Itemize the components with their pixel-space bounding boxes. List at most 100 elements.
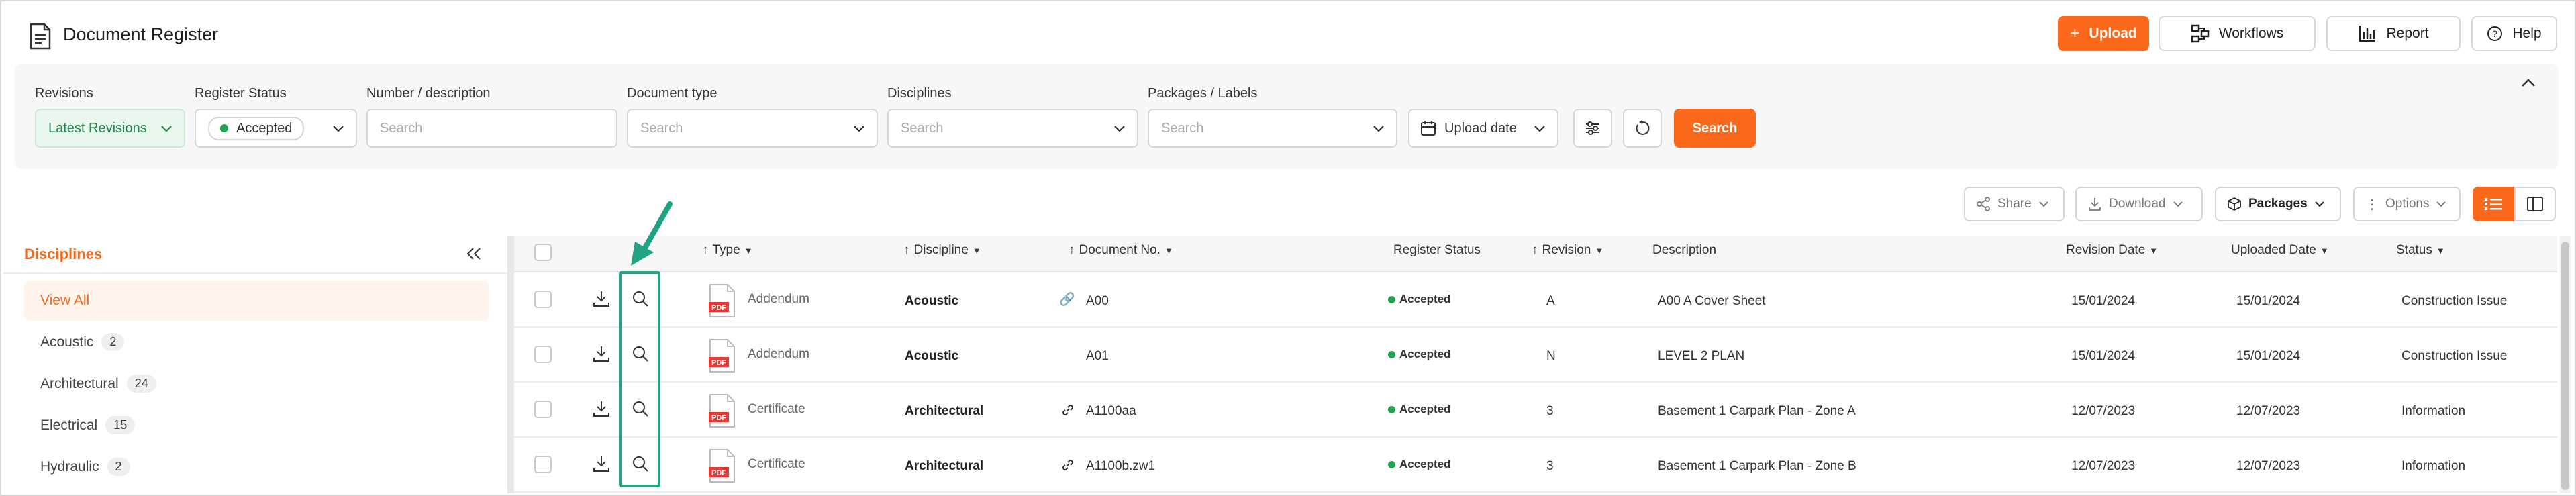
download-icon[interactable] xyxy=(592,454,611,473)
caret-down-icon: ▼ xyxy=(744,245,753,256)
document-no-cell[interactable]: A00 xyxy=(1086,294,1109,309)
document-no-cell[interactable]: A01 xyxy=(1086,349,1109,364)
sidebar-item-electrical[interactable]: Electrical 15 xyxy=(40,416,136,434)
register-status-text: Accepted xyxy=(1399,403,1451,415)
document-no-cell[interactable]: A1100b.zw1 xyxy=(1086,459,1155,474)
link-icon[interactable] xyxy=(1059,401,1077,419)
workflows-button[interactable]: Workflows xyxy=(2159,16,2316,51)
column-header-uploaded-date[interactable]: Uploaded Date ▼ xyxy=(2231,243,2329,258)
discipline-cell: Architectural xyxy=(905,404,984,418)
sidebar-item-architectural[interactable]: Architectural 24 xyxy=(40,375,156,393)
register-status-text: Accepted xyxy=(1399,348,1451,360)
chevron-down-icon xyxy=(2173,201,2183,207)
pdf-file-icon: PDF xyxy=(709,394,735,428)
count-badge: 2 xyxy=(101,333,125,351)
panel-resizer[interactable] xyxy=(507,236,514,493)
caret-down-icon: ▼ xyxy=(2320,245,2329,256)
discipline-cell: Acoustic xyxy=(905,294,959,308)
status-badge: Accepted xyxy=(1388,458,1451,471)
count-badge: 2 xyxy=(107,458,130,476)
uploaded-date-cell: 15/01/2024 xyxy=(2236,294,2301,308)
green-dot-icon xyxy=(1388,350,1395,358)
search-button[interactable]: Search xyxy=(1674,109,1756,148)
packages-label: Packages xyxy=(2248,197,2308,211)
scrollbar-thumb[interactable] xyxy=(2561,242,2569,490)
status-badge: Accepted xyxy=(1388,293,1451,306)
options-button[interactable]: ⋮ Options xyxy=(2353,187,2461,221)
download-icon[interactable] xyxy=(592,289,611,308)
chevron-down-icon xyxy=(1534,126,1545,132)
row-checkbox[interactable] xyxy=(534,456,552,473)
disciplines-filter-label: Disciplines xyxy=(887,86,952,101)
revisions-select[interactable]: Latest Revisions xyxy=(35,109,185,148)
chevron-down-icon xyxy=(2314,201,2324,207)
column-header-discipline[interactable]: ↑ Discipline ▼ xyxy=(903,243,981,258)
pdf-file-icon: PDF xyxy=(709,339,735,373)
bar-chart-icon xyxy=(2359,26,2376,42)
chevron-down-icon xyxy=(1114,126,1125,132)
column-header-register-status[interactable]: Register Status xyxy=(1393,243,1481,258)
type-cell: Certificate xyxy=(748,457,805,471)
upload-button[interactable]: + Upload xyxy=(2058,16,2149,51)
packages-select[interactable]: Search xyxy=(1148,109,1397,148)
column-header-revision[interactable]: ↑ Revision ▼ xyxy=(1532,243,1603,258)
link-icon[interactable]: 🔗 xyxy=(1059,291,1075,307)
uploaded-date-cell: 15/01/2024 xyxy=(2236,349,2301,363)
link-icon[interactable] xyxy=(1059,456,1077,474)
sidebar-item-label: Acoustic xyxy=(40,334,94,350)
column-header-revision-date[interactable]: Revision Date ▼ xyxy=(2066,243,2158,258)
revision-cell: 3 xyxy=(1546,404,1554,418)
row-checkbox[interactable] xyxy=(534,346,552,363)
status-cell: Construction Issue xyxy=(2401,294,2508,308)
split-panel-icon xyxy=(2527,197,2543,211)
document-type-select[interactable]: Search xyxy=(627,109,878,148)
sidebar-item-acoustic[interactable]: Acoustic 2 xyxy=(40,333,125,351)
disciplines-sidebar xyxy=(3,236,507,493)
revisions-label: Revisions xyxy=(35,86,93,101)
download-button[interactable]: Download xyxy=(2075,187,2203,221)
chevron-down-icon xyxy=(333,126,344,132)
reset-filters-button[interactable] xyxy=(1623,109,1662,148)
revision-date-cell: 12/07/2023 xyxy=(2071,459,2136,473)
filter-settings-button[interactable] xyxy=(1573,109,1612,148)
revision-cell: A xyxy=(1546,294,1555,308)
share-button[interactable]: Share xyxy=(1964,187,2065,221)
sidebar-item-view-all[interactable]: View All xyxy=(24,281,489,321)
disciplines-select[interactable]: Search xyxy=(887,109,1138,148)
column-header-document-no[interactable]: ↑ Document No. ▼ xyxy=(1069,243,1173,258)
sidebar-item-label: Hydraulic xyxy=(40,458,99,475)
split-view-toggle[interactable] xyxy=(2514,187,2556,221)
packages-button[interactable]: Packages xyxy=(2215,187,2341,221)
row-checkbox[interactable] xyxy=(534,291,552,308)
description-cell: Basement 1 Carpark Plan - Zone B xyxy=(1658,459,1856,473)
column-label: Status xyxy=(2396,243,2432,257)
download-icon[interactable] xyxy=(592,399,611,418)
help-button[interactable]: ? Help xyxy=(2471,16,2557,51)
upload-date-select[interactable]: Upload date xyxy=(1408,109,1558,148)
row-checkbox[interactable] xyxy=(534,401,552,418)
column-header-status[interactable]: Status ▼ xyxy=(2396,243,2445,258)
report-button[interactable]: Report xyxy=(2326,16,2461,51)
sidebar-title: Disciplines xyxy=(24,246,103,262)
register-status-select[interactable]: Accepted xyxy=(195,109,357,148)
view-all-label: View All xyxy=(40,293,90,308)
caret-down-icon: ▼ xyxy=(2436,245,2445,256)
register-status-text: Accepted xyxy=(1399,293,1451,305)
caret-down-icon: ▼ xyxy=(972,245,981,256)
collapse-filters-icon[interactable] xyxy=(2520,77,2537,89)
select-all-checkbox[interactable] xyxy=(534,244,552,261)
status-cell: Information xyxy=(2401,459,2466,473)
sidebar-item-hydraulic[interactable]: Hydraulic 2 xyxy=(40,458,130,476)
download-icon[interactable] xyxy=(592,344,611,363)
description-cell: Basement 1 Carpark Plan - Zone A xyxy=(1658,404,1856,418)
collapse-sidebar-icon[interactable] xyxy=(464,246,483,262)
column-header-description[interactable]: Description xyxy=(1652,243,1716,258)
list-view-toggle[interactable] xyxy=(2473,187,2514,221)
column-header-type[interactable]: ↑ Type ▼ xyxy=(702,243,753,258)
svg-text:PDF: PDF xyxy=(711,304,726,312)
document-no-cell[interactable]: A1100aa xyxy=(1086,404,1136,419)
sidebar-item-label: Architectural xyxy=(40,375,119,391)
sort-arrow-icon: ↑ xyxy=(702,243,709,257)
sort-arrow-icon: ↑ xyxy=(903,243,910,257)
number-search-input[interactable]: Search xyxy=(366,109,617,148)
